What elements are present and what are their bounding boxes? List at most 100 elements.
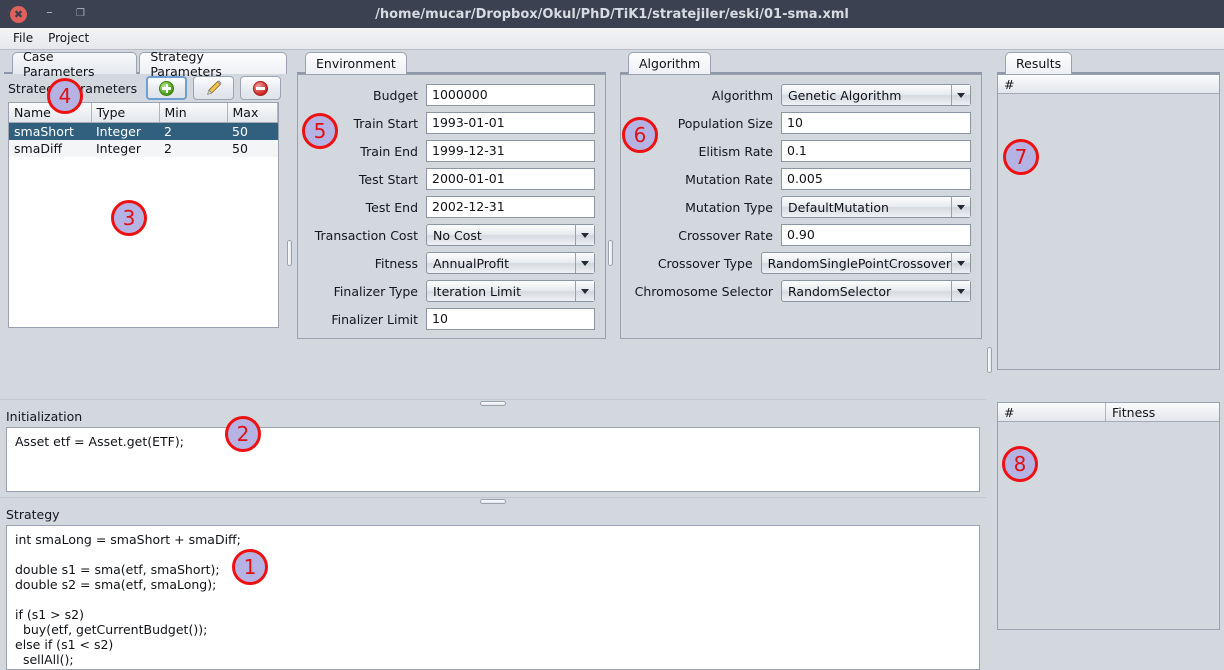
chevron-down-icon [575,253,594,273]
cell-name: smaShort [9,122,91,140]
label-chromosome-selector: Chromosome Selector [634,283,773,299]
field-row-transaction-cost: Transaction Cost No Cost [308,224,595,246]
field-row-budget: Budget 1000000 [308,84,595,106]
column-header-name[interactable]: Name [9,103,92,123]
algorithm-tabstrip: Algorithm [616,50,986,74]
combo-chromosome-selector[interactable]: RandomSelector [781,280,971,302]
algorithm-form-box: Algorithm Genetic Algorithm Population S… [620,74,982,339]
delete-parameter-button[interactable] [240,76,281,100]
chevron-down-icon [951,253,970,273]
tab-case-parameters[interactable]: Case Parameters [12,49,138,79]
field-row-train-start: Train Start 1993-01-01 [308,112,595,134]
cell-type: Integer [91,122,159,140]
combo-transaction-cost[interactable]: No Cost [426,224,595,246]
input-crossover-rate[interactable]: 0.90 [781,224,971,246]
tab-strategy-parameters[interactable]: Strategy Parameters [139,49,287,79]
splitter-main-results[interactable] [986,50,993,670]
strategy-parameters-table-wrap[interactable]: Name Type Min Max smaShort Integer 2 50 … [8,102,279,328]
environment-panel: Environment Budget 1000000 Train Start 1… [293,50,610,339]
combo-value-transaction-cost: No Cost [433,227,482,243]
column-header-index[interactable]: # [998,75,1219,93]
strategy-parameters-table: Name Type Min Max smaShort Integer 2 50 … [9,103,278,157]
label-finalizer-limit: Finalizer Limit [331,311,418,327]
splitter-grip [480,498,506,504]
column-header-index[interactable]: # [998,403,1106,421]
results-bottom-table[interactable]: # Fitness [997,402,1220,630]
input-finalizer-limit[interactable]: 10 [426,308,595,330]
menubar: File Project [0,28,1224,50]
label-budget: Budget [373,87,418,103]
label-finalizer-type: Finalizer Type [333,283,418,299]
label-train-start: Train Start [353,115,418,131]
tab-environment[interactable]: Environment [305,52,407,74]
menu-file[interactable]: File [9,30,41,47]
table-row[interactable]: smaShort Integer 2 50 [9,122,278,140]
splitter-initialization-strategy[interactable] [0,497,986,504]
results-tabstrip: Results [993,50,1224,74]
field-row-test-start: Test Start 2000-01-01 [308,168,595,190]
field-row-crossover-type: Crossover Type RandomSinglePointCrossove… [631,252,971,274]
edit-parameter-button[interactable] [193,76,234,100]
input-test-start[interactable]: 2000-01-01 [426,168,595,190]
chevron-down-icon [951,85,970,105]
cell-min: 2 [159,140,227,157]
label-test-start: Test Start [358,171,418,187]
environment-form-box: Budget 1000000 Train Start 1993-01-01 Tr… [297,74,606,339]
field-row-finalizer-limit: Finalizer Limit 10 [308,308,595,330]
tab-results[interactable]: Results [1005,52,1073,74]
column-header-fitness[interactable]: Fitness [1106,403,1219,421]
chevron-down-icon [951,197,970,217]
splitter-grip [987,347,992,373]
results-top-table[interactable]: # [997,74,1220,370]
add-parameter-button[interactable] [146,76,187,100]
splitter-grip [480,400,506,406]
combo-fitness[interactable]: AnnualProfit [426,252,595,274]
results-panel: Results # # Fitness [993,50,1224,630]
strategy-section: Strategy int smaLong = smaShort + smaDif… [0,505,986,670]
tab-algorithm[interactable]: Algorithm [628,52,712,74]
column-header-max[interactable]: Max [227,103,278,123]
minimize-button[interactable]: – [41,6,58,23]
results-top-header-row: # [998,75,1219,94]
combo-finalizer-type[interactable]: Iteration Limit [426,280,595,302]
initialization-code-editor[interactable]: Asset etf = Asset.get(ETF); [6,427,980,492]
cell-max: 50 [227,122,278,140]
label-algorithm: Algorithm [711,87,773,103]
left-panel: Case Parameters Strategy Parameters Stra… [0,49,287,328]
input-train-end[interactable]: 1999-12-31 [426,140,595,162]
splitter-top-initialization[interactable] [0,399,986,406]
edit-pencil-icon [206,80,222,95]
splitter-grip [608,240,613,266]
input-budget[interactable]: 1000000 [426,84,595,106]
field-row-mutation-type: Mutation Type DefaultMutation [631,196,971,218]
input-test-end[interactable]: 2002-12-31 [426,196,595,218]
combo-mutation-type[interactable]: DefaultMutation [781,196,971,218]
input-train-start[interactable]: 1993-01-01 [426,112,595,134]
algorithm-panel: Algorithm Algorithm Genetic Algorithm Po… [616,50,986,339]
field-row-elitism-rate: Elitism Rate 0.1 [631,140,971,162]
combo-value-algorithm: Genetic Algorithm [788,87,902,103]
input-mutation-rate[interactable]: 0.005 [781,168,971,190]
input-population-size[interactable]: 10 [781,112,971,134]
splitter-environment-algorithm[interactable] [607,108,614,398]
table-header-row: Name Type Min Max [9,103,278,123]
chevron-down-icon [575,281,594,301]
combo-algorithm[interactable]: Genetic Algorithm [781,84,971,106]
label-transaction-cost: Transaction Cost [314,227,418,243]
app-body: Case Parameters Strategy Parameters Stra… [0,49,1224,670]
close-button[interactable]: ✖ [10,5,27,23]
column-header-type[interactable]: Type [91,103,160,123]
table-row[interactable]: smaDiff Integer 2 50 [9,140,278,157]
strategy-code-editor[interactable]: int smaLong = smaShort + smaDiff; double… [6,525,980,670]
input-elitism-rate[interactable]: 0.1 [781,140,971,162]
delete-icon [253,80,268,96]
label-population-size: Population Size [677,115,773,131]
maximize-button[interactable]: ❐ [72,6,89,23]
combo-value-finalizer-type: Iteration Limit [433,283,521,299]
menu-project[interactable]: Project [44,30,97,47]
combo-crossover-type[interactable]: RandomSinglePointCrossover [760,252,971,274]
minimize-icon: – [46,4,53,20]
cell-name: smaDiff [9,140,91,157]
splitter-left-environment[interactable] [286,108,293,398]
column-header-min[interactable]: Min [159,103,228,123]
